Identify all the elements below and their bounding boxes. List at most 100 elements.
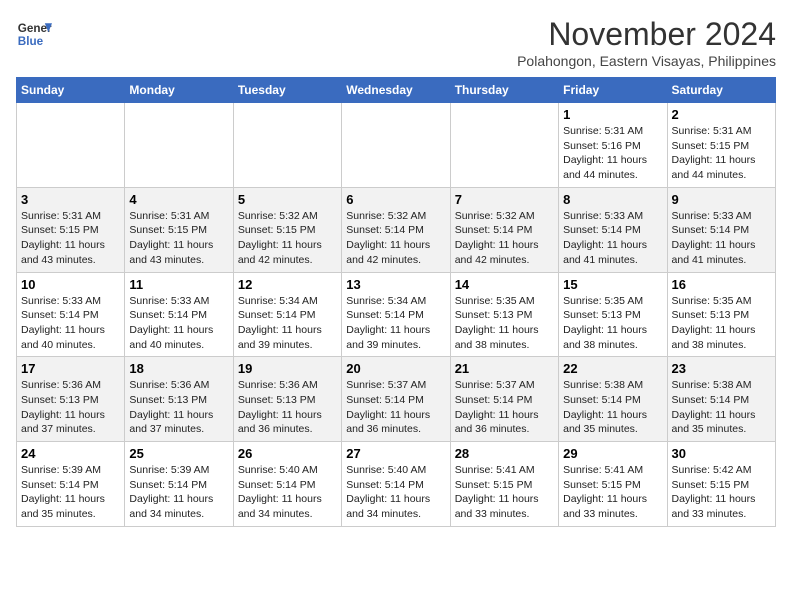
day-number: 2 xyxy=(672,107,771,122)
day-info: Sunrise: 5:34 AM Sunset: 5:14 PM Dayligh… xyxy=(346,294,445,353)
day-info: Sunrise: 5:32 AM Sunset: 5:14 PM Dayligh… xyxy=(455,209,554,268)
col-header-tuesday: Tuesday xyxy=(233,78,341,103)
calendar-cell: 25 Sunrise: 5:39 AM Sunset: 5:14 PM Dayli… xyxy=(125,442,233,527)
calendar-cell: 19 Sunrise: 5:36 AM Sunset: 5:13 PM Dayli… xyxy=(233,357,341,442)
calendar-week-2: 3 Sunrise: 5:31 AM Sunset: 5:15 PM Daylig… xyxy=(17,187,776,272)
day-info: Sunrise: 5:34 AM Sunset: 5:14 PM Dayligh… xyxy=(238,294,337,353)
day-number: 25 xyxy=(129,446,228,461)
calendar-cell xyxy=(450,103,558,188)
day-info: Sunrise: 5:35 AM Sunset: 5:13 PM Dayligh… xyxy=(563,294,662,353)
day-info: Sunrise: 5:39 AM Sunset: 5:14 PM Dayligh… xyxy=(129,463,228,522)
day-info: Sunrise: 5:31 AM Sunset: 5:16 PM Dayligh… xyxy=(563,124,662,183)
title-block: November 2024 Polahongon, Eastern Visaya… xyxy=(517,16,776,69)
calendar-cell: 3Sunrise: 5:31 AM Sunset: 5:15 PM Daylig… xyxy=(17,187,125,272)
calendar-cell: 12 Sunrise: 5:34 AM Sunset: 5:14 PM Dayli… xyxy=(233,272,341,357)
calendar-cell: 18 Sunrise: 5:36 AM Sunset: 5:13 PM Dayli… xyxy=(125,357,233,442)
calendar-cell: 1 Sunrise: 5:31 AM Sunset: 5:16 PM Daylig… xyxy=(559,103,667,188)
day-number: 3 xyxy=(21,192,120,207)
day-info: Sunrise: 5:33 AM Sunset: 5:14 PM Dayligh… xyxy=(672,209,771,268)
day-number: 8 xyxy=(563,192,662,207)
day-number: 11 xyxy=(129,277,228,292)
month-title: November 2024 xyxy=(517,16,776,53)
calendar-cell: 21 Sunrise: 5:37 AM Sunset: 5:14 PM Dayli… xyxy=(450,357,558,442)
calendar-cell: 8 Sunrise: 5:33 AM Sunset: 5:14 PM Daylig… xyxy=(559,187,667,272)
col-header-wednesday: Wednesday xyxy=(342,78,450,103)
day-info: Sunrise: 5:36 AM Sunset: 5:13 PM Dayligh… xyxy=(129,378,228,437)
day-number: 27 xyxy=(346,446,445,461)
calendar-cell: 30Sunrise: 5:42 AM Sunset: 5:15 PM Dayli… xyxy=(667,442,775,527)
day-info: Sunrise: 5:40 AM Sunset: 5:14 PM Dayligh… xyxy=(238,463,337,522)
day-info: Sunrise: 5:35 AM Sunset: 5:13 PM Dayligh… xyxy=(672,294,771,353)
day-info: Sunrise: 5:40 AM Sunset: 5:14 PM Dayligh… xyxy=(346,463,445,522)
col-header-friday: Friday xyxy=(559,78,667,103)
day-number: 12 xyxy=(238,277,337,292)
day-number: 28 xyxy=(455,446,554,461)
day-number: 13 xyxy=(346,277,445,292)
day-number: 24 xyxy=(21,446,120,461)
col-header-monday: Monday xyxy=(125,78,233,103)
day-info: Sunrise: 5:33 AM Sunset: 5:14 PM Dayligh… xyxy=(21,294,120,353)
day-number: 20 xyxy=(346,361,445,376)
day-info: Sunrise: 5:38 AM Sunset: 5:14 PM Dayligh… xyxy=(563,378,662,437)
calendar-cell: 5Sunrise: 5:32 AM Sunset: 5:15 PM Daylig… xyxy=(233,187,341,272)
day-number: 6 xyxy=(346,192,445,207)
day-number: 7 xyxy=(455,192,554,207)
day-number: 21 xyxy=(455,361,554,376)
logo: General Blue xyxy=(16,16,52,52)
day-info: Sunrise: 5:31 AM Sunset: 5:15 PM Dayligh… xyxy=(129,209,228,268)
calendar-cell: 26 Sunrise: 5:40 AM Sunset: 5:14 PM Dayli… xyxy=(233,442,341,527)
day-info: Sunrise: 5:36 AM Sunset: 5:13 PM Dayligh… xyxy=(238,378,337,437)
calendar-cell: 7 Sunrise: 5:32 AM Sunset: 5:14 PM Daylig… xyxy=(450,187,558,272)
calendar-cell xyxy=(233,103,341,188)
day-number: 16 xyxy=(672,277,771,292)
col-header-thursday: Thursday xyxy=(450,78,558,103)
calendar-cell: 4Sunrise: 5:31 AM Sunset: 5:15 PM Daylig… xyxy=(125,187,233,272)
calendar-cell: 23 Sunrise: 5:38 AM Sunset: 5:14 PM Dayli… xyxy=(667,357,775,442)
day-info: Sunrise: 5:35 AM Sunset: 5:13 PM Dayligh… xyxy=(455,294,554,353)
day-number: 23 xyxy=(672,361,771,376)
day-info: Sunrise: 5:32 AM Sunset: 5:14 PM Dayligh… xyxy=(346,209,445,268)
day-info: Sunrise: 5:32 AM Sunset: 5:15 PM Dayligh… xyxy=(238,209,337,268)
calendar-cell: 22 Sunrise: 5:38 AM Sunset: 5:14 PM Dayli… xyxy=(559,357,667,442)
calendar-cell: 9Sunrise: 5:33 AM Sunset: 5:14 PM Daylig… xyxy=(667,187,775,272)
calendar-cell: 28 Sunrise: 5:41 AM Sunset: 5:15 PM Dayli… xyxy=(450,442,558,527)
calendar-cell xyxy=(17,103,125,188)
calendar-cell: 10 Sunrise: 5:33 AM Sunset: 5:14 PM Dayli… xyxy=(17,272,125,357)
day-info: Sunrise: 5:41 AM Sunset: 5:15 PM Dayligh… xyxy=(455,463,554,522)
calendar-header-row: SundayMondayTuesdayWednesdayThursdayFrid… xyxy=(17,78,776,103)
calendar-table: SundayMondayTuesdayWednesdayThursdayFrid… xyxy=(16,77,776,527)
day-info: Sunrise: 5:31 AM Sunset: 5:15 PM Dayligh… xyxy=(672,124,771,183)
calendar-cell: 27 Sunrise: 5:40 AM Sunset: 5:14 PM Dayli… xyxy=(342,442,450,527)
day-number: 1 xyxy=(563,107,662,122)
calendar-cell: 17 Sunrise: 5:36 AM Sunset: 5:13 PM Dayli… xyxy=(17,357,125,442)
day-info: Sunrise: 5:36 AM Sunset: 5:13 PM Dayligh… xyxy=(21,378,120,437)
day-info: Sunrise: 5:33 AM Sunset: 5:14 PM Dayligh… xyxy=(563,209,662,268)
location: Polahongon, Eastern Visayas, Philippines xyxy=(517,53,776,69)
page-header: General Blue November 2024 Polahongon, E… xyxy=(16,16,776,69)
day-info: Sunrise: 5:37 AM Sunset: 5:14 PM Dayligh… xyxy=(455,378,554,437)
day-number: 10 xyxy=(21,277,120,292)
calendar-week-1: 1 Sunrise: 5:31 AM Sunset: 5:16 PM Daylig… xyxy=(17,103,776,188)
calendar-cell: 16 Sunrise: 5:35 AM Sunset: 5:13 PM Dayli… xyxy=(667,272,775,357)
day-number: 29 xyxy=(563,446,662,461)
calendar-week-3: 10 Sunrise: 5:33 AM Sunset: 5:14 PM Dayli… xyxy=(17,272,776,357)
day-number: 17 xyxy=(21,361,120,376)
day-info: Sunrise: 5:33 AM Sunset: 5:14 PM Dayligh… xyxy=(129,294,228,353)
day-number: 26 xyxy=(238,446,337,461)
calendar-cell xyxy=(125,103,233,188)
calendar-cell: 11 Sunrise: 5:33 AM Sunset: 5:14 PM Dayli… xyxy=(125,272,233,357)
calendar-cell xyxy=(342,103,450,188)
col-header-sunday: Sunday xyxy=(17,78,125,103)
day-number: 15 xyxy=(563,277,662,292)
calendar-cell: 24 Sunrise: 5:39 AM Sunset: 5:14 PM Dayli… xyxy=(17,442,125,527)
calendar-week-4: 17 Sunrise: 5:36 AM Sunset: 5:13 PM Dayli… xyxy=(17,357,776,442)
svg-text:Blue: Blue xyxy=(18,35,44,48)
day-number: 18 xyxy=(129,361,228,376)
day-number: 22 xyxy=(563,361,662,376)
day-info: Sunrise: 5:41 AM Sunset: 5:15 PM Dayligh… xyxy=(563,463,662,522)
day-info: Sunrise: 5:39 AM Sunset: 5:14 PM Dayligh… xyxy=(21,463,120,522)
col-header-saturday: Saturday xyxy=(667,78,775,103)
day-info: Sunrise: 5:38 AM Sunset: 5:14 PM Dayligh… xyxy=(672,378,771,437)
day-number: 19 xyxy=(238,361,337,376)
day-number: 14 xyxy=(455,277,554,292)
